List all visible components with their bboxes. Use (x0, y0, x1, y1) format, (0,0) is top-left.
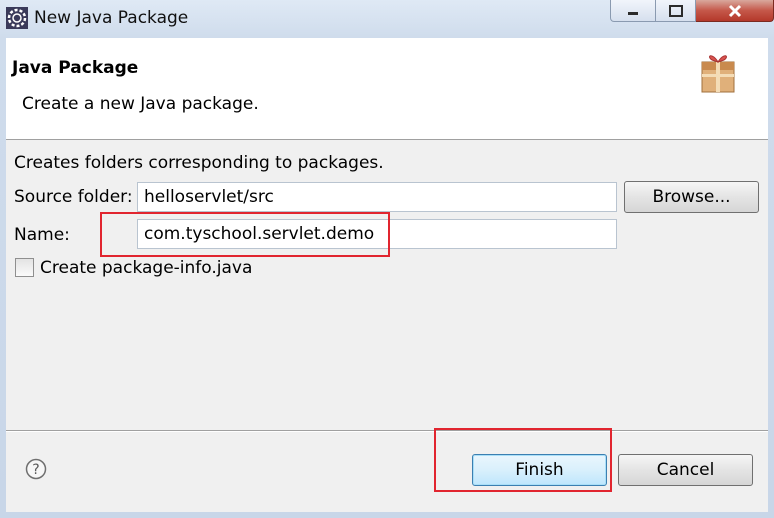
maximize-button[interactable] (656, 0, 696, 22)
help-icon[interactable]: ? (25, 458, 47, 480)
package-name-input[interactable] (137, 219, 617, 249)
source-folder-label: Source folder: (14, 187, 133, 207)
maximize-icon (668, 4, 683, 17)
minimize-button[interactable] (610, 0, 656, 22)
banner-message: Create a new Java package. (22, 94, 259, 114)
footer-separator (6, 430, 768, 432)
window-frame-right (768, 38, 774, 518)
close-button[interactable] (696, 0, 774, 22)
finish-button[interactable]: Finish (472, 454, 607, 486)
form-description: Creates folders corresponding to package… (14, 153, 384, 173)
title-bar: New Java Package (0, 0, 774, 38)
browse-button[interactable]: Browse... (624, 181, 759, 213)
svg-text:?: ? (32, 462, 39, 478)
package-icon (701, 55, 735, 93)
window-title: New Java Package (34, 8, 189, 28)
banner-title: Java Package (12, 58, 139, 78)
eclipse-gear-icon (6, 7, 28, 29)
wizard-banner: Java Package Create a new Java package. (6, 38, 768, 140)
window-controls (610, 0, 774, 24)
close-icon (728, 4, 741, 17)
cancel-button[interactable]: Cancel (618, 454, 753, 486)
minimize-icon (628, 11, 638, 15)
window-frame-bottom (0, 512, 774, 518)
name-label: Name: (14, 225, 70, 245)
package-info-checkbox[interactable] (15, 258, 34, 277)
package-info-label: Create package-info.java (40, 258, 253, 278)
source-folder-input[interactable] (137, 182, 617, 212)
